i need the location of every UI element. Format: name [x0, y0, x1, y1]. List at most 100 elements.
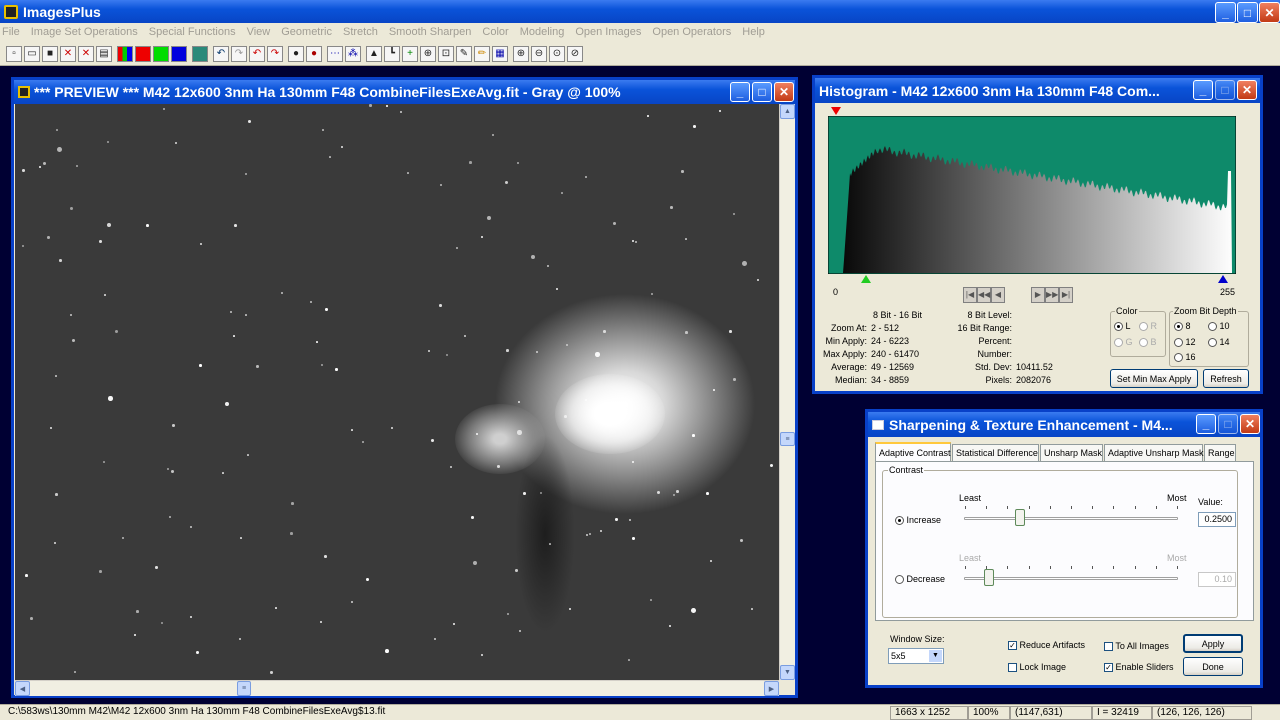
sharpening-maximize-button[interactable]: □ [1218, 414, 1238, 434]
tab-statistical-difference[interactable]: Statistical Difference [952, 444, 1039, 461]
menu-item[interactable]: Open Images [575, 26, 641, 38]
align-icon[interactable]: ⁂ [345, 45, 361, 62]
color-option-g[interactable]: G [1114, 337, 1133, 348]
sharpening-title-bar[interactable]: Sharpening & Texture Enhancement - M4...… [868, 412, 1260, 437]
dots-icon[interactable]: ⋯ [327, 45, 343, 62]
menu-item[interactable]: File [2, 26, 20, 38]
scroll-left-button[interactable]: ◀ [15, 681, 30, 696]
decrease-slider-thumb[interactable] [984, 569, 994, 586]
color-option-l[interactable]: L [1114, 321, 1131, 332]
forward-icon[interactable]: ▶▶ [1045, 287, 1059, 303]
pencil-icon[interactable]: ✏ [474, 45, 490, 62]
refresh-button[interactable]: Refresh [1203, 369, 1249, 388]
grid-icon[interactable] [192, 45, 208, 62]
histogram-plot[interactable] [828, 116, 1236, 274]
mask-icon[interactable]: ● [288, 45, 304, 62]
preview-image[interactable] [15, 104, 779, 680]
increase-slider-thumb[interactable] [1015, 509, 1025, 526]
next-icon[interactable]: ▶ [1031, 287, 1045, 303]
chevron-down-icon[interactable]: ▼ [929, 650, 942, 662]
preview-maximize-button[interactable]: □ [752, 82, 772, 102]
zoom-fit-icon[interactable]: ⊙ [549, 45, 565, 62]
scroll-down-button[interactable]: ▼ [780, 665, 795, 680]
close-button[interactable]: ✕ [1259, 2, 1280, 23]
menu-item[interactable]: Smooth Sharpen [389, 26, 472, 38]
menu-item[interactable]: Open Operators [652, 26, 731, 38]
sharpening-close-button[interactable]: ✕ [1240, 414, 1260, 434]
scroll-right-button[interactable]: ▶ [764, 681, 779, 696]
color-option-r[interactable]: R [1139, 321, 1157, 332]
zoom-in-icon[interactable]: ⊕ [513, 45, 529, 62]
green-channel-icon[interactable] [153, 45, 169, 62]
zoom-option-10[interactable]: 10 [1208, 321, 1230, 332]
histogram-top-marker[interactable] [831, 107, 841, 115]
close-image-icon[interactable]: ✕ [60, 45, 76, 62]
done-button[interactable]: Done [1183, 657, 1243, 676]
preview-vertical-scrollbar[interactable]: ▲ ≡ ▼ [779, 104, 795, 680]
print-icon[interactable]: ▤ [96, 45, 112, 62]
zoom-option-12[interactable]: 12 [1174, 337, 1196, 348]
open-icon[interactable]: ▭ [24, 45, 40, 62]
tab-range[interactable]: Range [1204, 444, 1236, 461]
red-channel-icon[interactable] [135, 45, 151, 62]
redo-icon[interactable]: ↷ [231, 45, 247, 62]
preview-horizontal-scrollbar[interactable]: ◀ ≡ ▶ [15, 680, 779, 696]
histogram-max-marker[interactable] [1218, 275, 1228, 283]
lock-image-checkbox[interactable]: Lock Image [1008, 662, 1066, 673]
to-all-images-checkbox[interactable]: To All Images [1104, 641, 1169, 652]
tab-adaptive-unsharp-mask[interactable]: Adaptive Unsharp Mask [1104, 444, 1204, 461]
minimize-button[interactable]: _ [1215, 2, 1236, 23]
crosshair-icon[interactable]: ⊕ [420, 45, 436, 62]
preview-title-bar[interactable]: *** PREVIEW *** M42 12x600 3nm Ha 130mm … [14, 80, 795, 104]
sharpening-minimize-button[interactable]: _ [1196, 414, 1216, 434]
decrease-value-field[interactable]: 0.10 [1198, 572, 1236, 587]
increase-radio[interactable]: Increase [895, 515, 941, 526]
preview-minimize-button[interactable]: _ [730, 82, 750, 102]
new-icon[interactable]: ▫ [6, 45, 22, 62]
rewind-icon[interactable]: ◀◀ [977, 287, 991, 303]
histogram-minimize-button[interactable]: _ [1193, 80, 1213, 100]
axis-icon[interactable]: ┗ [384, 45, 400, 62]
reduce-artifacts-checkbox[interactable]: ✓ Reduce Artifacts [1008, 640, 1085, 651]
tab-adaptive-contrast[interactable]: Adaptive Contrast [875, 442, 951, 461]
tab-unsharp-mask[interactable]: Unsharp Mask [1040, 444, 1103, 461]
increase-slider[interactable] [964, 502, 1178, 528]
plus-icon[interactable]: + [402, 45, 418, 62]
set-min-max-apply-button[interactable]: Set Min Max Apply [1110, 369, 1198, 388]
prev-icon[interactable]: ◀ [991, 287, 1005, 303]
undo-icon[interactable]: ↶ [213, 45, 229, 62]
menu-item[interactable]: Help [742, 26, 765, 38]
histogram-maximize-button[interactable]: □ [1215, 80, 1235, 100]
zoom-reset-icon[interactable]: ⊘ [567, 45, 583, 62]
vertical-scroll-thumb[interactable]: ≡ [780, 432, 795, 446]
horizontal-scroll-thumb[interactable]: ≡ [237, 681, 251, 696]
last-icon[interactable]: ▶| [1059, 287, 1073, 303]
table-icon[interactable]: ▦ [492, 45, 508, 62]
decrease-radio[interactable]: Decrease [895, 574, 945, 585]
apply-button[interactable]: Apply [1183, 634, 1243, 653]
first-icon[interactable]: |◀ [963, 287, 977, 303]
menu-item[interactable]: Color [482, 26, 508, 38]
zoom-option-8[interactable]: 8 [1174, 321, 1191, 332]
color-option-b[interactable]: B [1139, 337, 1157, 348]
scroll-up-button[interactable]: ▲ [780, 104, 795, 119]
increase-value-field[interactable]: 0.2500 [1198, 512, 1236, 527]
mask-red-icon[interactable]: ● [306, 45, 322, 62]
menu-item[interactable]: Geometric [281, 26, 332, 38]
blue-channel-icon[interactable] [171, 45, 187, 62]
edit-icon[interactable]: ✎ [456, 45, 472, 62]
histogram-close-button[interactable]: ✕ [1237, 80, 1257, 100]
crop-icon[interactable]: ⊡ [438, 45, 454, 62]
menu-item[interactable]: Image Set Operations [31, 26, 138, 38]
menu-item[interactable]: Stretch [343, 26, 378, 38]
undo-all-icon[interactable]: ↶ [249, 45, 265, 62]
window-size-select[interactable]: 5x5 ▼ [888, 648, 944, 664]
menu-item[interactable]: Special Functions [149, 26, 236, 38]
enable-sliders-checkbox[interactable]: ✓ Enable Sliders [1104, 662, 1174, 673]
close-all-icon[interactable]: ✕ [78, 45, 94, 62]
decrease-slider[interactable] [964, 562, 1178, 588]
preview-close-button[interactable]: ✕ [774, 82, 794, 102]
menu-item[interactable]: View [247, 26, 271, 38]
histogram-title-bar[interactable]: Histogram - M42 12x600 3nm Ha 130mm F48 … [815, 78, 1260, 103]
zoom-out-icon[interactable]: ⊖ [531, 45, 547, 62]
